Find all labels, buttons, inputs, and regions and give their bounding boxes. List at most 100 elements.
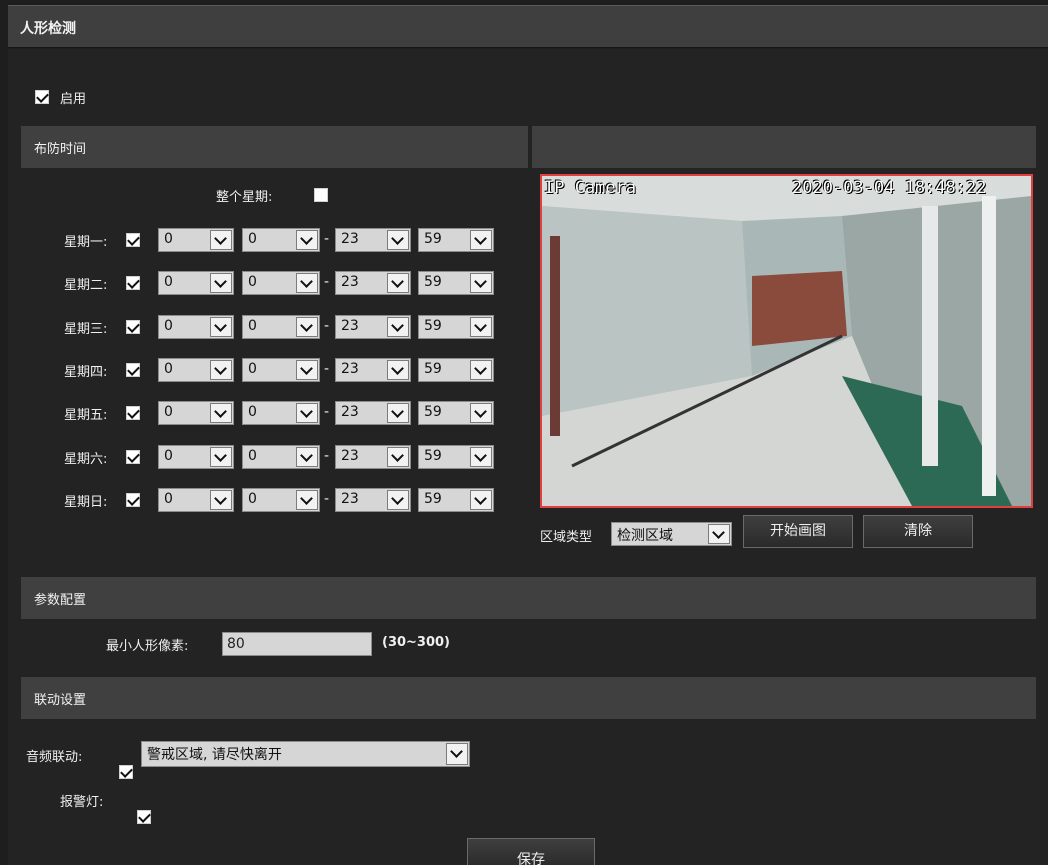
start-minute-select[interactable]: 0 [242, 228, 320, 252]
chevron-down-icon [296, 273, 318, 293]
start-minute-select[interactable]: 0 [242, 315, 320, 339]
start-minute-select[interactable]: 0 [242, 401, 320, 425]
audio-linkage-checkbox[interactable] [119, 765, 133, 779]
chevron-down-icon [708, 524, 730, 544]
start-hour-select[interactable]: 0 [158, 358, 234, 382]
end-minute-select[interactable]: 59 [418, 315, 494, 339]
alarm-light-checkbox[interactable] [137, 810, 152, 824]
select-value: 0 [248, 448, 257, 464]
select-value: 0 [248, 491, 257, 507]
day-checkbox[interactable] [126, 363, 140, 377]
section-schedule-title: 布防时间 [34, 142, 87, 157]
start-hour-select[interactable]: 0 [158, 401, 234, 425]
chevron-down-icon [210, 273, 232, 293]
section-linkage-title: 联动设置 [34, 693, 87, 708]
chevron-down-icon [470, 490, 492, 510]
end-hour-select[interactable]: 23 [335, 228, 411, 252]
start-draw-button[interactable]: 开始画图 [743, 515, 853, 548]
chevron-down-icon [387, 360, 409, 380]
chevron-down-icon [210, 447, 232, 467]
start-hour-select[interactable]: 0 [158, 271, 234, 295]
chevron-down-icon [387, 317, 409, 337]
end-minute-select[interactable]: 59 [418, 271, 494, 295]
video-overlay-name: IP Camera [544, 178, 637, 198]
end-minute-select[interactable]: 59 [418, 488, 494, 512]
select-value: 23 [341, 361, 359, 377]
panel-title: 人形检测 [20, 21, 76, 37]
start-hour-select[interactable]: 0 [158, 488, 234, 512]
select-value: 0 [164, 448, 173, 464]
select-value: 0 [164, 318, 173, 334]
save-button[interactable]: 保存 [467, 838, 595, 865]
section-linkage: 联动设置 [21, 677, 1036, 719]
end-minute-select[interactable]: 59 [418, 401, 494, 425]
select-value: 0 [164, 274, 173, 290]
end-hour-select[interactable]: 23 [335, 358, 411, 382]
clear-button[interactable]: 清除 [863, 515, 973, 548]
chevron-down-icon [210, 490, 232, 510]
end-minute-select[interactable]: 59 [418, 228, 494, 252]
section-params: 参数配置 [21, 577, 1036, 619]
min-pixels-input[interactable]: 80 [222, 632, 372, 656]
video-preview[interactable]: IP Camera 2020-03-04 18:48:22 [540, 174, 1033, 508]
chevron-down-icon [387, 273, 409, 293]
select-value: 0 [248, 274, 257, 290]
day-checkbox[interactable] [126, 406, 140, 420]
select-value: 0 [248, 318, 257, 334]
chevron-down-icon [210, 360, 232, 380]
day-checkbox[interactable] [126, 276, 140, 290]
region-type-select[interactable]: 检测区域 [611, 522, 732, 546]
audio-linkage-select[interactable]: 警戒区域, 请尽快离开 [141, 741, 470, 767]
end-hour-select[interactable]: 23 [335, 401, 411, 425]
select-value: 59 [424, 491, 442, 507]
chevron-down-icon [387, 403, 409, 423]
min-pixels-label: 最小人形像素: [106, 639, 189, 654]
day-checkbox[interactable] [126, 320, 140, 334]
select-value: 23 [341, 448, 359, 464]
chevron-down-icon [470, 403, 492, 423]
end-hour-select[interactable]: 23 [335, 271, 411, 295]
end-minute-select[interactable]: 59 [418, 445, 494, 469]
enable-checkbox[interactable] [35, 90, 49, 104]
range-dash: - [324, 231, 330, 247]
day-checkbox[interactable] [126, 493, 140, 507]
chevron-down-icon [296, 360, 318, 380]
camera-scene [542, 176, 1031, 506]
end-hour-select[interactable]: 23 [335, 488, 411, 512]
start-minute-select[interactable]: 0 [242, 445, 320, 469]
chevron-down-icon [296, 490, 318, 510]
start-minute-select[interactable]: 0 [242, 488, 320, 512]
start-hour-select[interactable]: 0 [158, 315, 234, 339]
section-schedule: 布防时间 [21, 126, 528, 168]
day-checkbox[interactable] [126, 233, 140, 247]
select-value: 59 [424, 274, 442, 290]
audio-linkage-value: 警戒区域, 请尽快离开 [147, 747, 282, 763]
day-label: 星期四: [64, 365, 108, 380]
video-overlay-time: 2020-03-04 18:48:22 [792, 178, 987, 198]
chevron-down-icon [446, 743, 468, 765]
day-label: 星期五: [64, 408, 108, 423]
select-value: 23 [341, 404, 359, 420]
day-checkbox[interactable] [126, 450, 140, 464]
start-minute-select[interactable]: 0 [242, 271, 320, 295]
start-hour-select[interactable]: 0 [158, 228, 234, 252]
start-minute-select[interactable]: 0 [242, 358, 320, 382]
whole-week-checkbox[interactable] [314, 188, 329, 202]
end-minute-select[interactable]: 59 [418, 358, 494, 382]
start-hour-select[interactable]: 0 [158, 445, 234, 469]
chevron-down-icon [470, 317, 492, 337]
select-value: 0 [164, 491, 173, 507]
section-params-title: 参数配置 [34, 593, 87, 608]
day-label: 星期二: [64, 278, 108, 293]
select-value: 23 [341, 318, 359, 334]
panel-header: 人形检测 [8, 5, 1048, 48]
end-hour-select[interactable]: 23 [335, 445, 411, 469]
chevron-down-icon [470, 273, 492, 293]
chevron-down-icon [387, 230, 409, 250]
select-value: 23 [341, 231, 359, 247]
chevron-down-icon [470, 447, 492, 467]
chevron-down-icon [296, 230, 318, 250]
whole-week-label: 整个星期: [216, 190, 273, 205]
end-hour-select[interactable]: 23 [335, 315, 411, 339]
select-value: 23 [341, 491, 359, 507]
